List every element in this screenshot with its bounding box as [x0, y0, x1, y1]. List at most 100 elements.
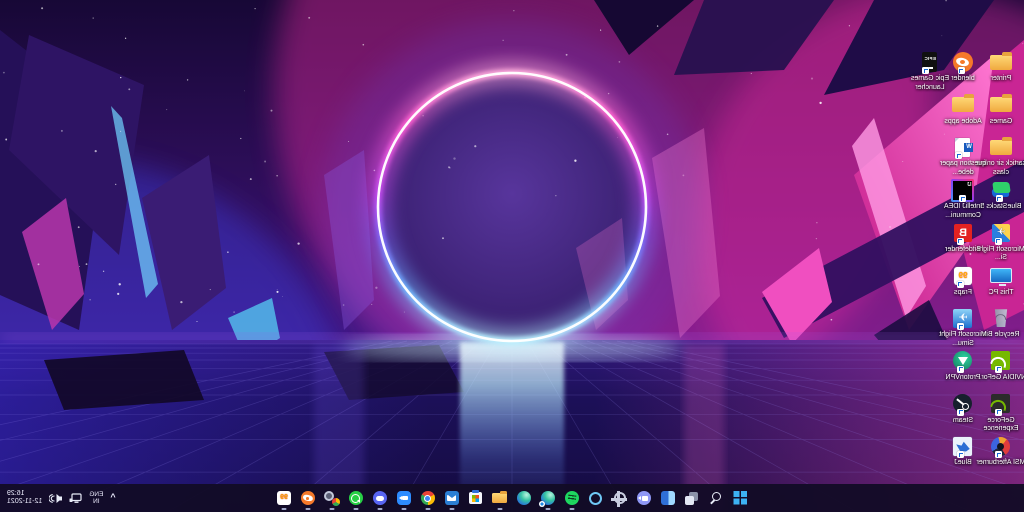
hidden-icons-chevron[interactable]: ^ [110, 492, 115, 502]
system-tray: ^ ENG IN 16:29 12-11-2021 [2, 484, 116, 512]
taskbar-gears-utility[interactable] [321, 485, 343, 511]
shortcut-arrow-badge [956, 152, 963, 159]
shortcut-arrow-badge [958, 323, 965, 330]
shortcut-arrow-badge [996, 195, 1003, 202]
icon-glyph: 99 [277, 491, 291, 505]
shortcut-arrow-badge [995, 238, 1002, 245]
taskbar-widgets[interactable] [657, 485, 679, 511]
running-indicator [570, 508, 575, 510]
taskbar: 99 ^ ENG IN 16:29 12-11-2021 [0, 484, 1024, 512]
edge-1-icon [517, 491, 531, 505]
taskbar-mail[interactable] [441, 485, 463, 511]
language-indicator[interactable]: ENG IN [89, 491, 103, 506]
shortcut-arrow-badge [996, 366, 1003, 373]
desktop-icon-label: Bitdefender [936, 246, 990, 255]
language-top: ENG [89, 491, 103, 499]
shortcut-arrow-badge [957, 238, 964, 245]
language-bottom: IN [89, 498, 103, 506]
taskbar-fraps[interactable]: 99 [273, 485, 295, 511]
running-indicator [546, 508, 551, 510]
folder-icon [990, 97, 1012, 112]
shortcut-arrow-badge [957, 281, 964, 288]
shortcut-arrow-badge [958, 366, 965, 373]
zoom-icon [397, 491, 411, 505]
tray-date: 12-11-2021 [7, 498, 42, 507]
running-indicator [402, 508, 407, 510]
whatsapp-icon [349, 491, 363, 505]
desktop-icon-adobe-apps[interactable]: Adobe apps [935, 94, 991, 127]
desktop-screen: PrinterGameskartick sir online classBlue… [0, 0, 1024, 512]
desktop-icon-epic-games-launcher[interactable]: EPIC Epic Games Launcher [902, 51, 958, 92]
shortcut-arrow-badge [923, 67, 930, 74]
taskbar-file-explorer[interactable] [489, 485, 511, 511]
shortcut-arrow-badge [958, 451, 965, 458]
widgets-icon [661, 491, 675, 505]
taskbar-chrome[interactable] [417, 485, 439, 511]
desktop-icon-intellij-idea-communi[interactable]: IJ IntelliJ IDEA Communi... [935, 179, 991, 220]
teams-chat-icon [637, 491, 651, 505]
desktop-icon-label: Microsoft Flight Simu... [936, 331, 990, 348]
icon-glyph: IJ [954, 182, 972, 188]
tray-clock[interactable]: 16:29 12-11-2021 [7, 490, 42, 507]
taskbar-teams-chat[interactable] [633, 485, 655, 511]
taskbar-zoom[interactable] [393, 485, 415, 511]
desktop-icon-steam[interactable]: Steam [935, 393, 991, 426]
shortcut-arrow-badge [958, 67, 965, 74]
running-indicator [330, 508, 335, 510]
desktop-icon-protonvpn[interactable]: ProtonVPN [935, 350, 991, 383]
taskbar-blue-ring-app[interactable] [585, 485, 607, 511]
shortcut-arrow-badge [958, 409, 965, 416]
taskbar-discord[interactable] [369, 485, 391, 511]
taskbar-microsoft-store[interactable] [465, 485, 487, 511]
taskbar-spotify[interactable] [561, 485, 583, 511]
taskbar-start[interactable] [729, 485, 751, 511]
taskbar-settings[interactable] [609, 485, 631, 511]
desktop-icon-label: Epic Games Launcher [903, 75, 957, 92]
desktop-icon-label: Steam [936, 417, 990, 426]
desktop-icon-question-paper-debe[interactable]: Wquestion paper debe... [935, 136, 991, 177]
desktop-icon-label: Fraps [936, 289, 990, 298]
desktop-icon-fraps[interactable]: 99Fraps [935, 265, 991, 298]
taskbar-task-view[interactable] [681, 485, 703, 511]
fraps-icon: 99 [277, 491, 291, 505]
desktop-icon-label: IntelliJ IDEA Communi... [936, 203, 990, 220]
running-indicator [282, 508, 287, 510]
taskbar-blender[interactable] [297, 485, 319, 511]
edge-2-icon [541, 491, 555, 505]
taskbar-search[interactable] [705, 485, 727, 511]
folder-icon [990, 55, 1012, 70]
shortcut-arrow-badge [996, 409, 1003, 416]
spotify-icon [565, 491, 579, 505]
recyclebin-icon [994, 309, 1008, 327]
folder-icon [990, 140, 1012, 155]
tray-time: 16:29 [7, 490, 42, 499]
search-icon [709, 491, 723, 505]
taskbar-edge-2[interactable] [537, 485, 559, 511]
speaker-icon[interactable] [49, 493, 62, 504]
blue-ring-app-icon [590, 492, 603, 505]
running-indicator [306, 508, 311, 510]
folder-icon [952, 97, 974, 112]
desktop-icon-bluej[interactable]: BlueJ [935, 435, 991, 468]
taskbar-whatsapp[interactable] [345, 485, 367, 511]
discord-icon [373, 491, 387, 505]
chrome-icon [421, 491, 435, 505]
desktop-icon-label: Adobe apps [936, 118, 990, 127]
running-indicator [498, 508, 503, 510]
thispc-icon [990, 268, 1012, 283]
taskbar-pinned-apps: 99 [273, 485, 751, 511]
icon-glyph: EPIC [923, 56, 938, 61]
desktop-icon-label: question paper debe... [936, 160, 990, 177]
desktop-icon-microsoft-flight-simu[interactable]: ✈Microsoft Flight Simu... [935, 307, 991, 348]
file-explorer-icon [493, 493, 508, 503]
desktop-icon-bitdefender[interactable]: BBitdefender [935, 222, 991, 255]
desktop-icon-label: ProtonVPN [936, 374, 990, 383]
gears-utility-icon [324, 491, 340, 506]
taskbar-edge-1[interactable] [513, 485, 535, 511]
network-icon[interactable] [69, 493, 82, 504]
task-view-icon [685, 491, 700, 506]
mail-icon [445, 491, 459, 505]
running-indicator [378, 508, 383, 510]
start-icon [733, 491, 747, 505]
running-indicator [354, 508, 359, 510]
